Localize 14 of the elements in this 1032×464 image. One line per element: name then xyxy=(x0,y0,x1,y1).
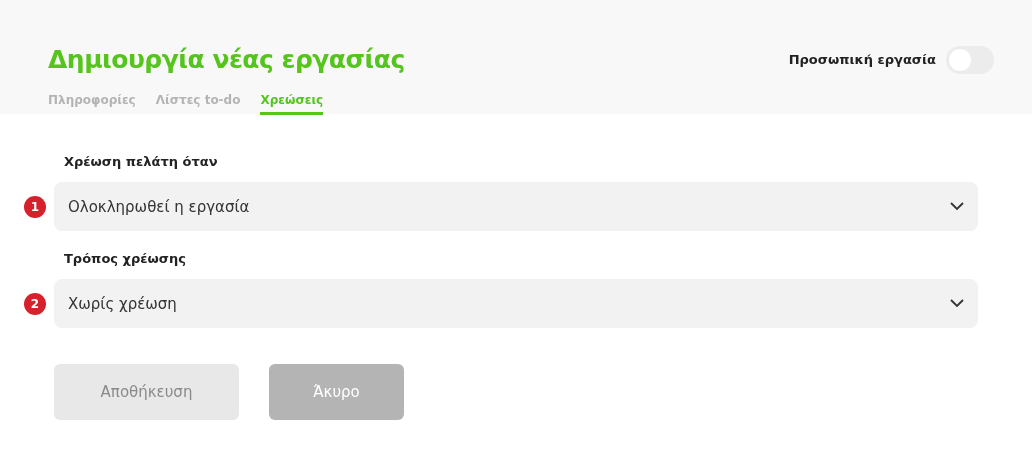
cancel-button[interactable]: Άκυρο xyxy=(269,364,404,420)
chevron-down-icon xyxy=(950,299,964,308)
step-badge: 2 xyxy=(24,292,46,315)
chevron-down-icon xyxy=(950,202,964,211)
dropdown-field[interactable]: Ολοκληρωθεί η εργασία xyxy=(54,182,978,231)
tab[interactable]: Λίστες to-do xyxy=(155,91,241,115)
field-label: Τρόπος χρέωσης xyxy=(64,251,187,266)
tab[interactable]: Πληροφορίες xyxy=(48,91,136,115)
page-title: Δημιουργία νέας εργασίας xyxy=(48,45,405,74)
field-label: Χρέωση πελάτη όταν xyxy=(64,154,219,169)
tab[interactable]: Χρεώσεις xyxy=(260,91,324,115)
step-badge: 1 xyxy=(24,195,46,218)
dropdown-field[interactable]: Χωρίς χρέωση xyxy=(54,279,978,328)
toggle-label: Προσωπική εργασία xyxy=(788,52,936,67)
